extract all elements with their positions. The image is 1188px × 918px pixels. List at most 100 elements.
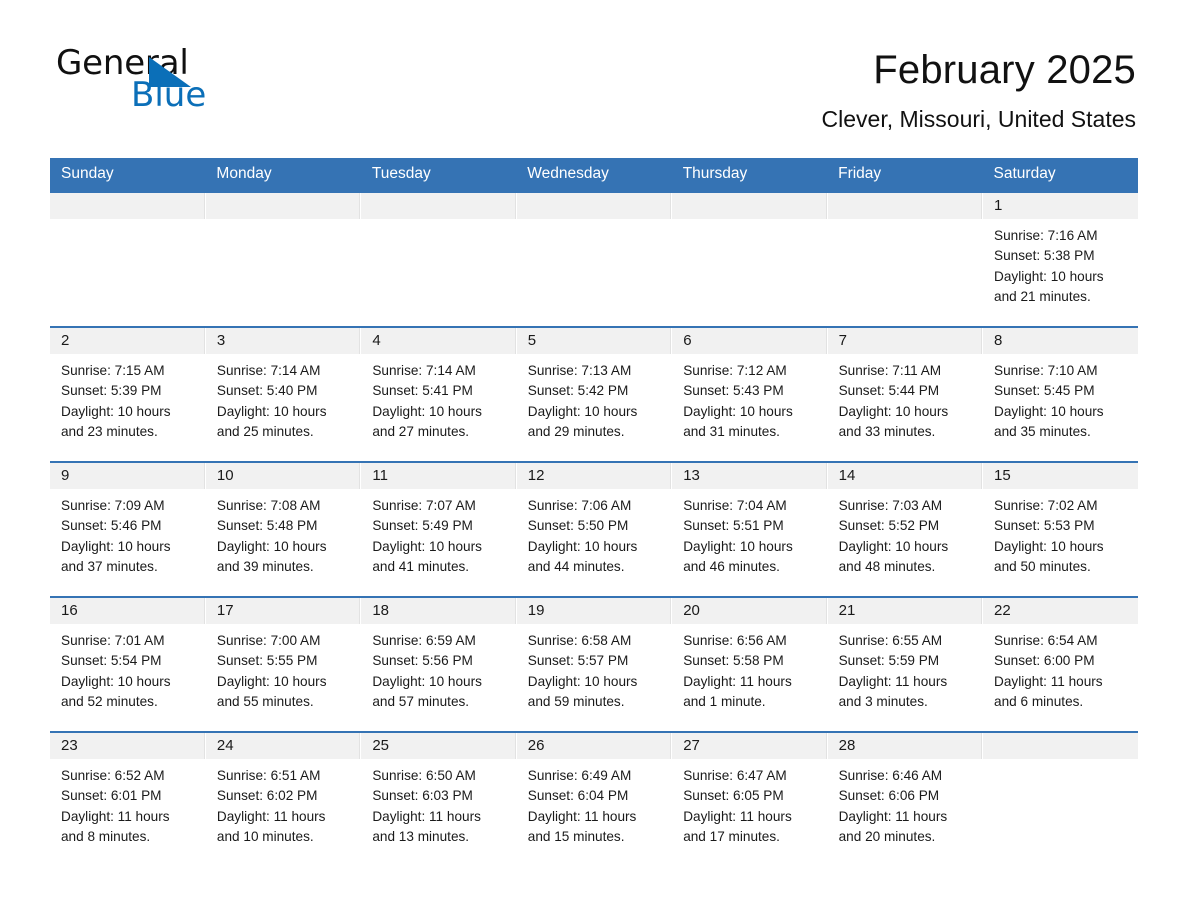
calendar-day-cell[interactable]: 5 Sunrise: 7:13 AM Sunset: 5:42 PM Daylight…: [516, 326, 673, 462]
day-info-sunset: Sunset: 6:02 PM: [216, 788, 318, 804]
day-number: 13: [672, 463, 827, 489]
day-info-daylight-line1: Daylight: 10 hours: [527, 538, 638, 554]
day-info-daylight-line1: Daylight: 10 hours: [61, 538, 171, 554]
day-info: Sunrise: 7:12 AM Sunset: 5:43 PM Daylight:…: [672, 354, 826, 442]
day-number: 1: [983, 193, 1138, 219]
calendar-day-cell[interactable]: 1 Sunrise: 7:16 AM Sunset: 5:38 PM Daylight…: [982, 191, 1138, 327]
day-cell-content: 20 Sunrise: 6:56 AM Sunset: 5:58 PM Dayligh…: [672, 598, 827, 731]
day-cell-content: 17 Sunrise: 7:00 AM Sunset: 5:55 PM Dayligh…: [205, 598, 361, 731]
day-cell-content: 9 Sunrise: 7:09 AM Sunset: 5:46 PM Daylight…: [50, 463, 205, 596]
day-cell-content: 12 Sunrise: 7:06 AM Sunset: 5:50 PM Dayligh…: [516, 463, 672, 596]
day-info: Sunrise: 6:47 AM Sunset: 6:05 PM Daylight:…: [672, 759, 826, 847]
day-info-daylight-line1: Daylight: 10 hours: [527, 403, 638, 419]
day-info: Sunrise: 7:00 AM Sunset: 5:55 PM Daylight:…: [206, 624, 360, 712]
day-info-daylight-line1: Daylight: 10 hours: [216, 538, 327, 554]
calendar-container: Sunday Monday Tuesday Wednesday Thursday Frid…: [50, 158, 1138, 867]
day-info: Sunrise: 7:11 AM Sunset: 5:44 PM Daylight:…: [828, 354, 982, 442]
day-number: 14: [827, 463, 983, 489]
calendar-day-cell[interactable]: 27 Sunrise: 6:47 AM Sunset: 6:05 PM Dayligh…: [671, 731, 828, 867]
day-info-daylight-line1: Daylight: 10 hours: [527, 673, 638, 689]
day-cell-content: 22 Sunrise: 6:54 AM Sunset: 6:00 PM Dayligh…: [983, 598, 1138, 731]
day-info: Sunrise: 7:09 AM Sunset: 5:46 PM Daylight:…: [50, 489, 205, 577]
calendar-day-cell[interactable]: 22 Sunrise: 6:54 AM Sunset: 6:00 PM Dayligh…: [982, 596, 1138, 732]
calendar-day-cell-empty: [205, 191, 362, 327]
day-cell-content: 16 Sunrise: 7:01 AM Sunset: 5:54 PM Dayligh…: [50, 598, 205, 731]
day-info-sunrise: Sunrise: 7:06 AM: [527, 498, 632, 513]
day-cell-content: 24 Sunrise: 6:51 AM Sunset: 6:02 PM Dayligh…: [205, 733, 361, 867]
calendar-day-cell[interactable]: 24 Sunrise: 6:51 AM Sunset: 6:02 PM Dayligh…: [205, 731, 362, 867]
day-info-sunset: Sunset: 5:51 PM: [683, 518, 784, 534]
day-info-sunset: Sunset: 6:03 PM: [372, 788, 473, 804]
calendar-day-cell[interactable]: 10 Sunrise: 7:08 AM Sunset: 5:48 PM Dayligh…: [205, 461, 362, 597]
day-info-daylight-line2: and 20 minutes.: [838, 828, 936, 844]
day-info-daylight-line1: Daylight: 10 hours: [994, 268, 1104, 284]
day-info: Sunrise: 7:16 AM Sunset: 5:38 PM Daylight:…: [983, 219, 1138, 307]
day-info: Sunrise: 7:14 AM Sunset: 5:41 PM Daylight:…: [361, 354, 515, 442]
day-info-sunrise: Sunrise: 6:58 AM: [527, 633, 632, 648]
generalblue-logo[interactable]: General Blue: [56, 46, 256, 118]
calendar-day-cell[interactable]: 20 Sunrise: 6:56 AM Sunset: 5:58 PM Dayligh…: [671, 596, 828, 732]
calendar-day-cell[interactable]: 15 Sunrise: 7:02 AM Sunset: 5:53 PM Dayligh…: [982, 461, 1138, 597]
day-number: 6: [672, 328, 827, 354]
day-info: Sunrise: 6:46 AM Sunset: 6:06 PM Daylight:…: [828, 759, 982, 847]
day-number: [205, 193, 361, 219]
calendar-day-cell[interactable]: 17 Sunrise: 7:00 AM Sunset: 5:55 PM Dayligh…: [205, 596, 362, 732]
calendar-day-cell[interactable]: 9 Sunrise: 7:09 AM Sunset: 5:46 PM Daylight…: [50, 461, 206, 597]
weekday-header-wednesday: Wednesday: [516, 158, 672, 192]
day-info-daylight-line2: and 33 minutes.: [838, 423, 936, 439]
calendar-day-cell[interactable]: 26 Sunrise: 6:49 AM Sunset: 6:04 PM Dayligh…: [516, 731, 673, 867]
day-cell-content: 2 Sunrise: 7:15 AM Sunset: 5:39 PM Daylight…: [50, 328, 205, 461]
calendar-day-cell[interactable]: 7 Sunrise: 7:11 AM Sunset: 5:44 PM Daylight…: [827, 326, 984, 462]
calendar-day-cell[interactable]: 18 Sunrise: 6:59 AM Sunset: 5:56 PM Dayligh…: [360, 596, 517, 732]
calendar-week-row: 16 Sunrise: 7:01 AM Sunset: 5:54 PM Dayligh…: [50, 596, 1138, 732]
day-info-daylight-line1: Daylight: 10 hours: [838, 403, 949, 419]
day-info-sunset: Sunset: 5:53 PM: [994, 518, 1095, 534]
calendar-day-cell[interactable]: 11 Sunrise: 7:07 AM Sunset: 5:49 PM Dayligh…: [360, 461, 517, 597]
calendar-day-cell[interactable]: 6 Sunrise: 7:12 AM Sunset: 5:43 PM Daylight…: [671, 326, 828, 462]
day-info-sunrise: Sunrise: 7:04 AM: [683, 498, 787, 513]
calendar-day-cell[interactable]: 25 Sunrise: 6:50 AM Sunset: 6:03 PM Dayligh…: [360, 731, 517, 867]
day-info: Sunrise: 7:10 AM Sunset: 5:45 PM Daylight:…: [983, 354, 1138, 442]
calendar-day-cell[interactable]: 3 Sunrise: 7:14 AM Sunset: 5:40 PM Daylight…: [205, 326, 362, 462]
day-info: Sunrise: 6:49 AM Sunset: 6:04 PM Daylight:…: [517, 759, 671, 847]
day-number: [50, 193, 205, 219]
calendar-day-cell[interactable]: 12 Sunrise: 7:06 AM Sunset: 5:50 PM Dayligh…: [516, 461, 673, 597]
day-info-sunset: Sunset: 5:41 PM: [372, 383, 473, 399]
day-info-daylight-line2: and 6 minutes.: [994, 693, 1084, 709]
calendar-day-cell[interactable]: 13 Sunrise: 7:04 AM Sunset: 5:51 PM Dayligh…: [671, 461, 828, 597]
day-info-daylight-line2: and 21 minutes.: [994, 288, 1091, 304]
calendar-day-cell-empty: [516, 191, 673, 327]
calendar-day-cell[interactable]: 2 Sunrise: 7:15 AM Sunset: 5:39 PM Daylight…: [50, 326, 206, 462]
calendar-day-cell[interactable]: 8 Sunrise: 7:10 AM Sunset: 5:45 PM Daylight…: [982, 326, 1138, 462]
day-info-sunrise: Sunrise: 6:54 AM: [994, 633, 1098, 648]
day-cell-content: 23 Sunrise: 6:52 AM Sunset: 6:01 PM Dayligh…: [50, 733, 205, 867]
day-info-sunset: Sunset: 5:48 PM: [216, 518, 318, 534]
day-number: 27: [672, 733, 827, 759]
day-number: 21: [827, 598, 983, 624]
day-info-daylight-line2: and 59 minutes.: [527, 693, 625, 709]
calendar-day-cell[interactable]: 21 Sunrise: 6:55 AM Sunset: 5:59 PM Dayligh…: [827, 596, 984, 732]
day-info-daylight-line1: Daylight: 11 hours: [683, 808, 792, 824]
day-info-sunrise: Sunrise: 7:08 AM: [216, 498, 321, 513]
calendar-day-cell[interactable]: 4 Sunrise: 7:14 AM Sunset: 5:41 PM Daylight…: [360, 326, 517, 462]
day-cell-content: 14 Sunrise: 7:03 AM Sunset: 5:52 PM Dayligh…: [827, 463, 983, 596]
day-number: 11: [361, 463, 516, 489]
calendar-day-cell[interactable]: 16 Sunrise: 7:01 AM Sunset: 5:54 PM Dayligh…: [50, 596, 206, 732]
calendar-day-cell-empty: [671, 191, 828, 327]
calendar-day-cell[interactable]: 23 Sunrise: 6:52 AM Sunset: 6:01 PM Dayligh…: [50, 731, 206, 867]
calendar-day-cell[interactable]: 19 Sunrise: 6:58 AM Sunset: 5:57 PM Dayligh…: [516, 596, 673, 732]
day-info-sunrise: Sunrise: 6:56 AM: [683, 633, 787, 648]
calendar-week-row: 1 Sunrise: 7:16 AM Sunset: 5:38 PM Daylight…: [50, 191, 1138, 327]
day-cell-content: 28 Sunrise: 6:46 AM Sunset: 6:06 PM Dayligh…: [827, 733, 983, 867]
day-number: 10: [205, 463, 361, 489]
day-info-sunrise: Sunrise: 6:55 AM: [838, 633, 943, 648]
day-cell-content: 15 Sunrise: 7:02 AM Sunset: 5:53 PM Dayligh…: [983, 463, 1138, 596]
day-number: 20: [672, 598, 827, 624]
calendar-day-cell[interactable]: 28 Sunrise: 6:46 AM Sunset: 6:06 PM Dayligh…: [827, 731, 984, 867]
day-info-daylight-line1: Daylight: 10 hours: [683, 538, 793, 554]
day-info-sunrise: Sunrise: 6:46 AM: [838, 768, 943, 783]
calendar-header-row: Sunday Monday Tuesday Wednesday Thursday Frid…: [50, 158, 1138, 192]
calendar-day-cell[interactable]: 14 Sunrise: 7:03 AM Sunset: 5:52 PM Dayligh…: [827, 461, 984, 597]
day-info-sunrise: Sunrise: 7:01 AM: [61, 633, 165, 648]
calendar-body: 1 Sunrise: 7:16 AM Sunset: 5:38 PM Daylight…: [50, 191, 1138, 867]
